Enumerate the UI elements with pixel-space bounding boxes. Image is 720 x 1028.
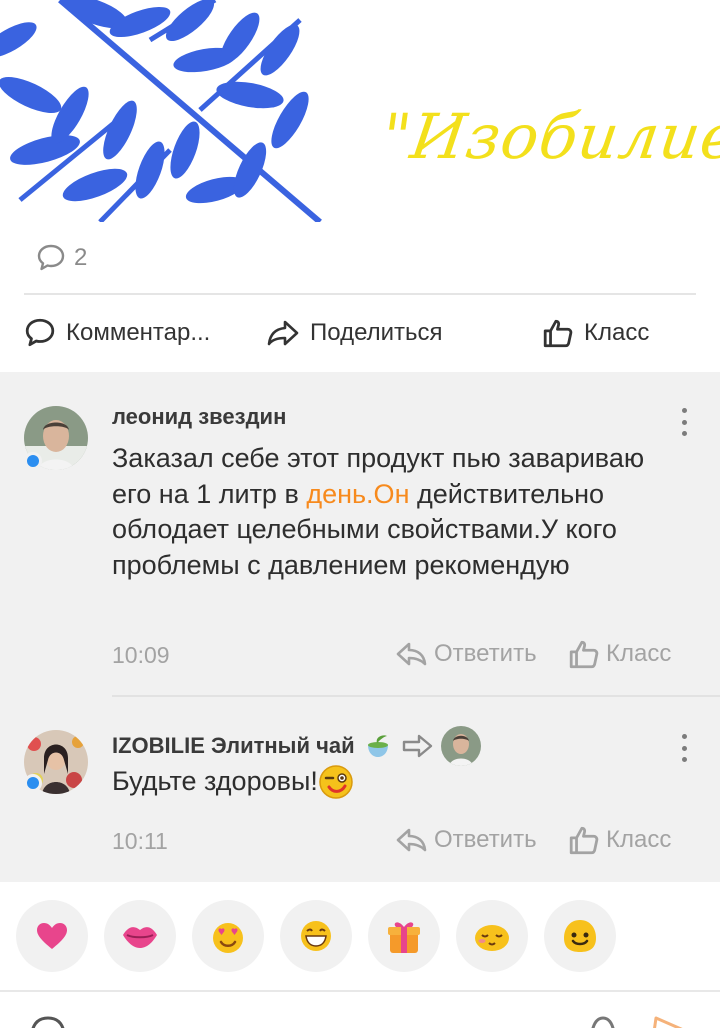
comment-count-value: 2 [74, 244, 88, 271]
comment-input-bar[interactable] [0, 990, 720, 1028]
reply-arrow-icon [396, 828, 427, 852]
reply-arrow-icon [396, 642, 427, 666]
reaction-gift[interactable] [368, 900, 440, 972]
attach-icon[interactable] [588, 1016, 618, 1028]
smile-icon [564, 920, 596, 952]
replied-user-avatar[interactable] [440, 726, 481, 766]
comment-author[interactable]: леонид звездин [112, 404, 286, 430]
kiss-lips-icon [123, 927, 157, 948]
send-icon[interactable] [650, 1014, 690, 1028]
reply-button[interactable]: Ответить [396, 826, 537, 854]
comment-button[interactable]: Комментар... [24, 300, 210, 366]
post-actions: Комментар... Поделиться Класс [0, 300, 720, 366]
comment-menu-button[interactable] [672, 404, 696, 440]
thumbs-up-icon [543, 319, 573, 348]
emoji-picker-icon[interactable] [28, 1014, 68, 1028]
reply-button[interactable]: Ответить [396, 640, 537, 668]
comment-author: IZOBILIE Элитный чай [112, 733, 355, 758]
online-status-dot [24, 452, 42, 470]
comment-time: 10:09 [112, 642, 170, 668]
comment-bubble-icon [25, 318, 55, 347]
comment-text-row: Будьте здоровы! [112, 764, 652, 800]
online-status-dot [24, 774, 42, 792]
share-arrow-icon [267, 320, 299, 346]
post-banner-image[interactable]: "Изобилие" [0, 0, 720, 222]
reply-to-arrow-icon [402, 734, 432, 758]
reaction-heart-eyes[interactable] [192, 900, 264, 972]
thumbs-up-icon [569, 826, 599, 855]
reaction-bar [0, 882, 720, 990]
brand-title: "Изобилие" [376, 100, 720, 173]
tea-cup-icon [367, 735, 388, 757]
leaf-branch-illustration [0, 0, 322, 222]
wink-emoji-icon [319, 765, 353, 799]
like-button-label: Класс [584, 319, 650, 346]
thumbs-up-icon [569, 640, 599, 669]
comment-menu-button[interactable] [672, 730, 696, 766]
comment-button-label: Комментар... [66, 319, 211, 346]
comment-text: Заказал себе этот продукт пью завариваю … [112, 441, 652, 583]
comment-divider [112, 695, 720, 697]
comment-text: Будьте здоровы! [112, 766, 318, 797]
like-button[interactable]: Класс [542, 300, 649, 366]
heart-icon [37, 923, 67, 949]
comment-bubble-icon [37, 244, 65, 271]
heart-eyes-icon [213, 923, 243, 953]
comment-text-link[interactable]: день.Он [306, 479, 409, 509]
laughing-icon [301, 921, 331, 951]
reaction-kiss[interactable] [104, 900, 176, 972]
share-button[interactable]: Поделиться [266, 300, 443, 366]
comment-like-label: Класс [606, 826, 672, 853]
share-button-label: Поделиться [310, 319, 443, 346]
comment-like-button[interactable]: Класс [568, 638, 671, 670]
reply-button-label: Ответить [434, 640, 537, 667]
comment-time: 10:11 [112, 828, 168, 854]
blush-icon [475, 925, 509, 951]
comment-count[interactable]: 2 [36, 240, 87, 276]
reply-button-label: Ответить [434, 826, 537, 853]
reaction-laugh[interactable] [280, 900, 352, 972]
comment-like-label: Класс [606, 640, 672, 667]
comment-like-button[interactable]: Класс [568, 824, 671, 856]
comments-section: леонид звездин Заказал себе этот продукт… [0, 372, 720, 882]
comment-author-row[interactable]: IZOBILIE Элитный чай [112, 726, 481, 766]
reaction-blush[interactable] [456, 900, 528, 972]
divider [24, 293, 696, 295]
reaction-heart[interactable] [16, 900, 88, 972]
gift-icon [388, 922, 420, 953]
reaction-smile[interactable] [544, 900, 616, 972]
